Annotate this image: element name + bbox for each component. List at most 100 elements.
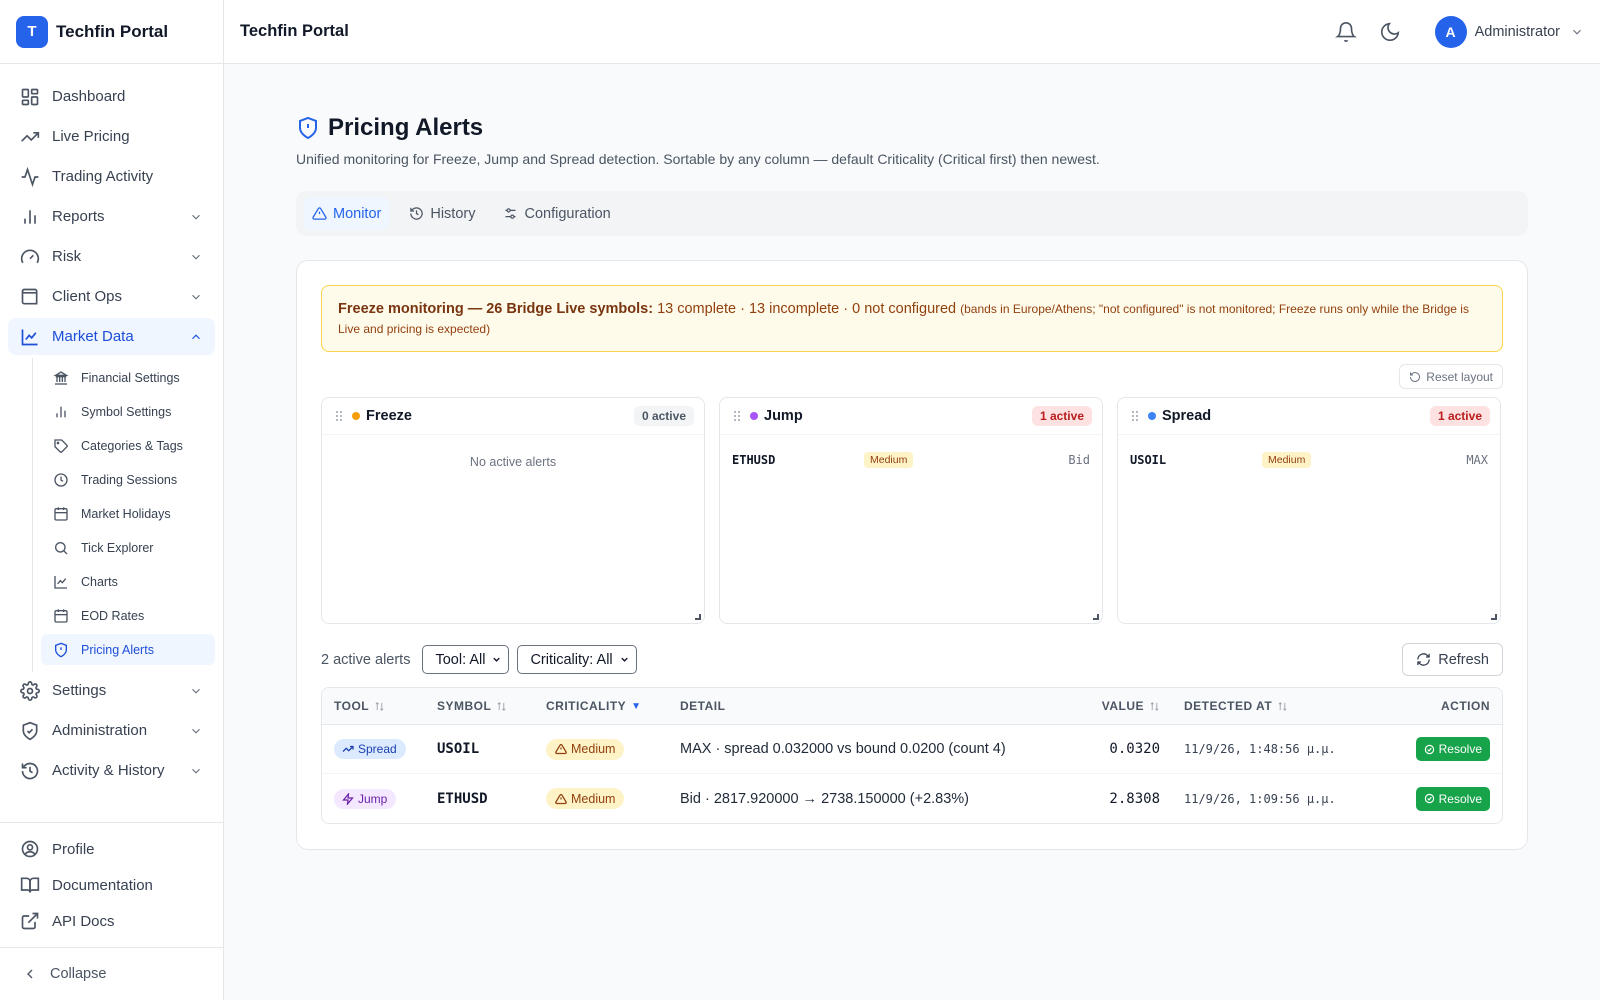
page-subtitle: Unified monitoring for Freeze, Jump and … bbox=[296, 151, 1100, 167]
chevron-up-icon bbox=[189, 330, 203, 344]
criticality-badge: Medium bbox=[546, 788, 625, 809]
cell-tool: Jump bbox=[322, 788, 437, 809]
sort-icon bbox=[1149, 701, 1160, 712]
sidebar-item-label: Documentation bbox=[52, 876, 153, 894]
column-header-symbol[interactable]: SYMBOL bbox=[437, 699, 546, 713]
panel-title: Jump bbox=[764, 408, 803, 424]
sidebar-item-market-data[interactable]: Market Data bbox=[8, 318, 215, 355]
column-header-criticality[interactable]: CRITICALITY ▼ bbox=[546, 699, 680, 713]
sidebar-item-risk[interactable]: Risk bbox=[8, 238, 215, 275]
sidebar-bottom: Profile Documentation API Docs bbox=[0, 822, 223, 939]
warning-icon bbox=[312, 206, 327, 221]
shield-alert-icon bbox=[53, 642, 69, 658]
column-header-value[interactable]: VALUE bbox=[1060, 699, 1160, 713]
search-icon bbox=[53, 540, 69, 556]
brand-name: Techfin Portal bbox=[56, 21, 169, 41]
drag-handle-icon[interactable] bbox=[334, 410, 344, 422]
freeze-monitoring-banner: Freeze monitoring — 26 Bridge Live symbo… bbox=[321, 285, 1503, 352]
sort-icon bbox=[1277, 701, 1288, 712]
drag-handle-icon[interactable] bbox=[1130, 410, 1140, 422]
spread-panel: Spread 1 active USOIL Medium MAX bbox=[1117, 397, 1501, 624]
resolve-label: Resolve bbox=[1438, 742, 1482, 756]
sidebar-subitem-symbol-settings[interactable]: Symbol Settings bbox=[41, 396, 215, 427]
header-label: DETAIL bbox=[680, 699, 726, 713]
brand[interactable]: T Techfin Portal bbox=[0, 0, 223, 64]
sidebar-subitem-pricing-alerts[interactable]: Pricing Alerts bbox=[41, 634, 215, 665]
resize-handle-icon[interactable] bbox=[695, 614, 701, 620]
chevron-down-icon[interactable] bbox=[1570, 25, 1584, 39]
sidebar-subitem-financial-settings[interactable]: Financial Settings bbox=[41, 362, 215, 393]
sidebar-subitem-eod-rates[interactable]: EOD Rates bbox=[41, 600, 215, 631]
sidebar-item-api-docs[interactable]: API Docs bbox=[8, 903, 215, 939]
panel-title: Spread bbox=[1162, 408, 1212, 424]
tab-configuration[interactable]: Configuration bbox=[495, 197, 618, 230]
resize-handle-icon[interactable] bbox=[1093, 614, 1099, 620]
sidebar-item-live-pricing[interactable]: Live Pricing bbox=[8, 118, 215, 155]
table-row[interactable]: Spread USOIL Medium MAX · spread 0.03200… bbox=[322, 725, 1502, 774]
panel-title: Freeze bbox=[366, 408, 412, 424]
drag-handle-icon[interactable] bbox=[732, 410, 742, 422]
sidebar-subitem-label: Financial Settings bbox=[81, 370, 180, 385]
topbar-title: Techfin Portal bbox=[240, 22, 349, 40]
tab-monitor[interactable]: Monitor bbox=[304, 197, 390, 230]
reset-layout-button[interactable]: Reset layout bbox=[1399, 364, 1503, 389]
sidebar-subitem-charts[interactable]: Charts bbox=[41, 566, 215, 597]
resolve-button[interactable]: Resolve bbox=[1415, 786, 1490, 811]
sidebar-item-label: Settings bbox=[52, 682, 107, 699]
sidebar-item-reports[interactable]: Reports bbox=[8, 198, 215, 235]
chevron-down-icon bbox=[189, 250, 203, 264]
sidebar-item-trading-activity[interactable]: Trading Activity bbox=[8, 158, 215, 195]
panel-alert-row[interactable]: USOIL Medium MAX bbox=[1118, 452, 1500, 468]
avatar[interactable]: A bbox=[1434, 15, 1467, 48]
calendar-icon bbox=[53, 506, 69, 522]
sidebar-subitem-categories-tags[interactable]: Categories & Tags bbox=[41, 430, 215, 461]
criticality-filter-select[interactable]: Criticality: All bbox=[517, 645, 637, 674]
gear-icon bbox=[20, 680, 40, 701]
column-header-tool[interactable]: TOOL bbox=[322, 699, 437, 713]
history-icon bbox=[20, 761, 40, 781]
refresh-icon bbox=[1416, 652, 1431, 667]
sidebar-subitem-label: Categories & Tags bbox=[81, 438, 183, 453]
bell-icon[interactable] bbox=[1334, 21, 1357, 43]
resize-handle-icon[interactable] bbox=[1491, 614, 1497, 620]
cell-symbol: USOIL bbox=[437, 741, 480, 757]
sidebar-subitem-tick-explorer[interactable]: Tick Explorer bbox=[41, 532, 215, 563]
tab-label: Configuration bbox=[524, 205, 611, 222]
line-chart-icon bbox=[53, 574, 69, 590]
alert-symbol: ETHUSD bbox=[732, 453, 776, 467]
sidebar-item-label: Trading Activity bbox=[52, 168, 154, 185]
sidebar-item-administration[interactable]: Administration bbox=[8, 712, 215, 749]
moon-icon[interactable] bbox=[1379, 21, 1401, 43]
sidebar-item-activity-history[interactable]: Activity & History bbox=[8, 752, 215, 789]
sidebar-item-documentation[interactable]: Documentation bbox=[8, 867, 215, 903]
tool-badge: Jump bbox=[334, 788, 397, 809]
sidebar: T Techfin Portal Dashboard Live Pricing … bbox=[0, 0, 224, 1000]
collapse-label: Collapse bbox=[50, 966, 107, 982]
sidebar-subitem-market-holidays[interactable]: Market Holidays bbox=[41, 498, 215, 529]
refresh-button[interactable]: Refresh bbox=[1402, 643, 1503, 676]
tab-history[interactable]: History bbox=[401, 197, 483, 230]
tool-filter-select[interactable]: Tool: All bbox=[422, 645, 510, 674]
table-header: TOOL SYMBOL CRITICALITY ▼ DETAIL VALUE DE… bbox=[322, 688, 1502, 725]
sidebar-item-label: Reports bbox=[52, 208, 105, 225]
user-name[interactable]: Administrator bbox=[1475, 24, 1560, 40]
column-header-detected-at[interactable]: DETECTED AT bbox=[1160, 699, 1375, 713]
external-link-icon bbox=[20, 911, 40, 931]
header-label: DETECTED AT bbox=[1184, 699, 1273, 713]
cell-detected-at: 11/9/26, 1:09:56 μ.μ. bbox=[1184, 791, 1336, 806]
sidebar-item-dashboard[interactable]: Dashboard bbox=[8, 78, 215, 115]
wallet-icon bbox=[20, 287, 40, 307]
sidebar-item-label: API Docs bbox=[52, 912, 115, 930]
trending-up-icon bbox=[20, 127, 40, 147]
collapse-sidebar-button[interactable]: Collapse bbox=[0, 947, 223, 1000]
cell-criticality: Medium bbox=[546, 788, 680, 809]
resolve-button[interactable]: Resolve bbox=[1415, 737, 1490, 761]
sidebar-item-settings[interactable]: Settings bbox=[8, 672, 215, 709]
sidebar-item-profile[interactable]: Profile bbox=[8, 831, 215, 867]
sliders-icon bbox=[503, 206, 518, 221]
sort-icon bbox=[496, 701, 507, 712]
panel-alert-row[interactable]: ETHUSD Medium Bid bbox=[720, 452, 1102, 468]
table-row[interactable]: Jump ETHUSD Medium Bid · 2817.920000 → 2… bbox=[322, 774, 1502, 823]
sidebar-subitem-trading-sessions[interactable]: Trading Sessions bbox=[41, 464, 215, 495]
sidebar-item-client-ops[interactable]: Client Ops bbox=[8, 278, 215, 315]
